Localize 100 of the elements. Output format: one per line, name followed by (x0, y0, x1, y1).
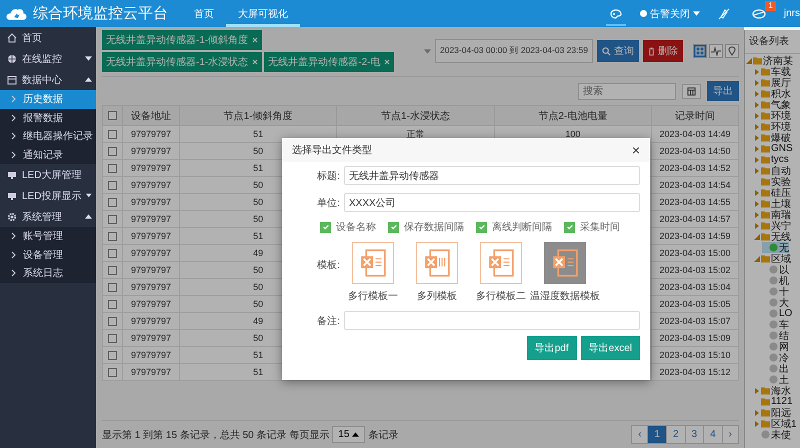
checkbox[interactable] (108, 130, 117, 140)
nav-subitem[interactable]: 历史数据 (0, 90, 96, 108)
tree-item[interactable]: LO (762, 308, 792, 319)
tree-item[interactable]: 展厅 (754, 77, 791, 88)
close-icon[interactable] (384, 59, 390, 65)
checkbox[interactable] (108, 164, 117, 174)
caret-icon[interactable] (754, 420, 760, 426)
tree-item[interactable]: 土壤 (754, 198, 791, 209)
page-button[interactable]: 3 (684, 425, 704, 444)
columns-button[interactable] (682, 84, 701, 98)
tree-item[interactable]: 环境 (754, 121, 791, 132)
tree-item[interactable]: 机 (762, 275, 789, 286)
caret-icon[interactable] (754, 222, 760, 228)
column-header[interactable]: 节点1-水浸状态 (336, 106, 494, 126)
column-header[interactable]: 记录时间 (652, 106, 738, 126)
checkbox[interactable] (108, 351, 117, 360)
tree-item[interactable]: 环境 (754, 110, 791, 121)
marker-icon[interactable] (725, 44, 739, 58)
checkbox[interactable] (108, 317, 117, 326)
tree-item[interactable]: 出 (762, 363, 789, 374)
template-option[interactable] (480, 242, 522, 284)
input-field[interactable]: 无线井盖异动传感器 (344, 166, 640, 185)
nav-subitem[interactable]: 继电器操作记录 (0, 127, 96, 146)
caret-icon[interactable] (754, 124, 760, 130)
template-option[interactable] (544, 242, 586, 284)
tree-item[interactable]: 以 (762, 264, 789, 275)
date-range-field[interactable]: 2023-04-03 00:00 到 2023-04-03 23:59 (435, 39, 593, 63)
tree-item[interactable]: 未使 (754, 429, 791, 440)
alarm-toggle[interactable]: 告警关闭 (640, 6, 700, 20)
checkbox[interactable] (108, 147, 117, 156)
tree-item[interactable]: 冷 (762, 352, 789, 363)
tree-item[interactable]: 实验 (754, 176, 791, 187)
column-header[interactable]: 设备地址 (122, 106, 180, 126)
input-field[interactable]: XXXX公司 (344, 193, 640, 212)
tree-item[interactable]: 无 (762, 242, 789, 253)
nav-item[interactable]: 首页 (0, 27, 96, 48)
checkbox[interactable] (108, 300, 117, 310)
checkbox[interactable] (108, 334, 117, 344)
tree-item[interactable]: 车 (762, 319, 789, 330)
tree-item[interactable]: 车载 (754, 66, 791, 77)
checkbox[interactable] (388, 222, 399, 232)
tree-item[interactable]: 区域1 (754, 418, 797, 429)
tree-item[interactable]: 结 (762, 330, 789, 341)
query-button[interactable]: 查询 (596, 40, 639, 62)
page-button[interactable]: 1 (647, 425, 667, 444)
checkbox[interactable] (108, 266, 117, 276)
nav-subitem[interactable]: 账号管理 (0, 227, 96, 246)
caret-icon[interactable] (754, 388, 760, 394)
checkbox[interactable] (476, 222, 487, 232)
tree-item[interactable]: 济南某 (746, 55, 793, 66)
tree-item[interactable]: 气象 (754, 99, 791, 110)
caret-icon[interactable] (754, 68, 760, 74)
caret-icon[interactable] (754, 80, 760, 86)
caret-icon[interactable] (754, 168, 760, 174)
caret-icon[interactable] (424, 48, 431, 54)
export-button[interactable]: 导出 (707, 81, 739, 101)
checkbox[interactable] (564, 222, 575, 232)
column-header[interactable]: 节点2-电池电量 (494, 106, 652, 126)
caret-icon[interactable] (754, 156, 760, 162)
nav-item[interactable]: LED大屏管理 (0, 164, 96, 185)
checkbox[interactable] (108, 181, 117, 190)
tree-item[interactable]: 南瑞 (754, 209, 791, 220)
caret-icon[interactable] (746, 58, 752, 64)
chart-icon[interactable] (709, 44, 723, 58)
tree-item[interactable]: tycs (754, 154, 789, 165)
caret-icon[interactable] (754, 102, 760, 108)
column-header[interactable]: 节点1-倾斜角度 (180, 106, 337, 126)
tree-item[interactable]: 爆破 (754, 132, 791, 143)
nav-link[interactable]: 首页 (182, 0, 226, 27)
nav-item[interactable]: 数据中心 (0, 69, 96, 90)
tree-item[interactable]: 自动 (754, 165, 791, 176)
checkbox[interactable] (108, 110, 117, 120)
tree-item[interactable]: 兴宁 (754, 220, 791, 231)
next-page-button[interactable]: › (722, 425, 739, 444)
template-option[interactable] (416, 242, 458, 284)
input-field[interactable] (344, 311, 640, 330)
checkbox[interactable] (108, 215, 117, 224)
caret-icon[interactable] (754, 256, 760, 262)
checkbox[interactable] (108, 198, 117, 208)
nav-subitem[interactable]: 报警数据 (0, 108, 96, 127)
caret-icon[interactable] (754, 134, 760, 140)
page-button[interactable]: 4 (703, 425, 723, 444)
close-button[interactable]: × (632, 142, 640, 158)
tree-item[interactable]: 无线 (754, 231, 791, 242)
tree-item[interactable]: 十 (762, 286, 789, 297)
tree-item[interactable]: 网 (762, 341, 789, 352)
tree-item[interactable]: 1121 (754, 396, 793, 407)
tree-item[interactable]: 土 (762, 374, 789, 385)
template-option[interactable] (352, 242, 394, 284)
caret-icon[interactable] (754, 200, 760, 206)
nav-item[interactable]: 系统管理 (0, 206, 96, 227)
tree-item[interactable]: 大 (762, 297, 789, 308)
tree-item[interactable]: 阳远 (754, 407, 791, 418)
nav-subitem[interactable]: 设备管理 (0, 246, 96, 264)
tree-item[interactable]: 硅压 (754, 187, 791, 198)
caret-icon[interactable] (754, 90, 760, 96)
nav-item[interactable]: LED投屏显示 (0, 185, 96, 206)
user-name[interactable]: jnrs (784, 8, 800, 19)
nav-subitem[interactable]: 通知记录 (0, 146, 96, 164)
grid-view-icon[interactable] (693, 44, 707, 58)
